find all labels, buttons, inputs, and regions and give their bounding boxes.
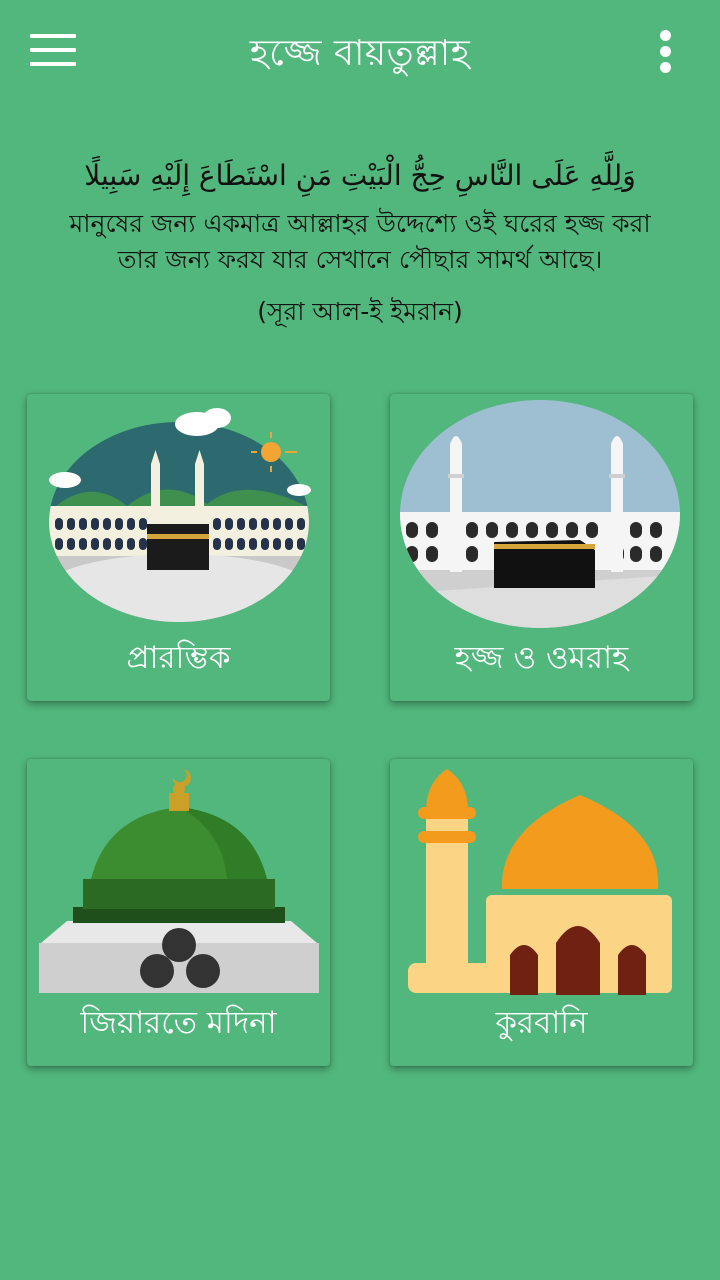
verse-translation: মানুষের জন্য একমাত্র আল্লাহর উদ্দেশ্যে ও… [69, 209, 651, 274]
verse-reference: (সূরা আল-ই ইমরান) [257, 297, 463, 326]
card-label: প্রারম্ভিক [126, 640, 231, 676]
app-title: হজ্জে বায়তুল্লাহ [249, 33, 471, 74]
card-label: জিয়ারতে মদিনা [80, 1005, 277, 1041]
verse-block: وَلِلَّهِ عَلَى النَّاسِ حِجُّ الْبَيْتِ… [40, 150, 680, 335]
kaaba-landscape-icon [49, 408, 311, 622]
card-hajj-umrah[interactable]: হজ্জ ও ওমরাহ [390, 394, 693, 701]
arabic-verse: وَلِلَّهِ عَلَى النَّاسِ حِجُّ الْبَيْتِ… [84, 159, 636, 192]
card-label: হজ্জ ও ওমরাহ [454, 640, 629, 676]
card-introduction[interactable]: প্রারম্ভিক [27, 394, 330, 701]
green-dome-icon [39, 769, 319, 993]
card-qurbani[interactable]: কুরবানি [390, 759, 693, 1066]
mosque-icon [408, 769, 672, 995]
card-madina-ziyarat[interactable]: জিয়ারতে মদিনা [27, 759, 330, 1066]
more-vertical-icon[interactable] [655, 28, 677, 74]
card-label: কুরবানি [495, 1005, 588, 1041]
kaaba-mosque-icon [400, 400, 680, 628]
app-bar: হজ্জে বায়তুল্লাহ [0, 0, 720, 100]
